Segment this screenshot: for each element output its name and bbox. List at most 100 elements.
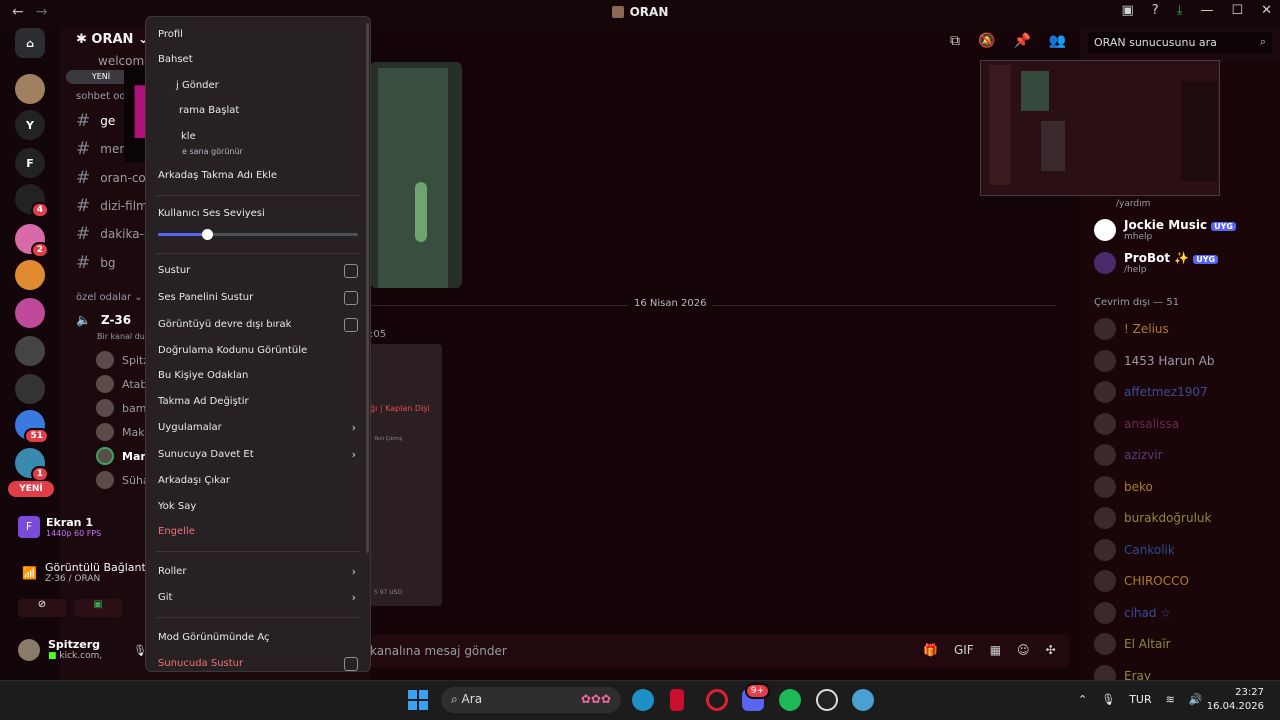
server-icon-1[interactable]: [15, 74, 45, 104]
apps-icon[interactable]: ✣: [1046, 643, 1056, 657]
close-icon[interactable]: ✕: [1261, 3, 1272, 18]
server-icon-6[interactable]: [15, 260, 45, 290]
server-icon-4[interactable]: 4: [15, 184, 49, 218]
menu-item-block[interactable]: Engelle: [158, 526, 195, 537]
menu-item-view-code[interactable]: Doğrulama Kodunu Görüntüle: [158, 345, 307, 356]
menu-item-add-note[interactable]: kle: [181, 131, 196, 142]
voice-user[interactable]: Maka: [96, 423, 151, 441]
channel-item[interactable]: # dakika-ol: [76, 224, 155, 244]
menu-item-invite[interactable]: Sunucuya Davet Et: [158, 449, 254, 460]
minimize-icon[interactable]: —: [1200, 3, 1213, 18]
mic-tray-icon[interactable]: 🎙: [1101, 693, 1115, 706]
threads-icon[interactable]: ⧉: [950, 33, 960, 49]
menu-item-server-mute[interactable]: Sunucuda Sustur: [158, 658, 243, 669]
stream-panel[interactable]: F Ekran 1 1440p 60 FPS: [18, 516, 101, 538]
member-item[interactable]: affetmez1907: [1094, 381, 1208, 403]
globe-app-icon[interactable]: [852, 689, 874, 711]
discord-home-icon[interactable]: ⌂: [15, 28, 45, 58]
red-app-icon[interactable]: [670, 689, 684, 711]
server-icon-5[interactable]: 2: [15, 224, 49, 258]
screen-share-preview[interactable]: [980, 60, 1220, 196]
mute-soundboard-checkbox[interactable]: [344, 291, 358, 305]
member-item[interactable]: azizvir: [1094, 444, 1163, 466]
menu-item-remove-friend[interactable]: Arkadaşı Çıkar: [158, 475, 230, 486]
voice-connection[interactable]: 📶 Görüntülü Bağlantı Z-36 / ORAN: [22, 561, 149, 584]
server-icon-8[interactable]: [15, 336, 45, 366]
message-composer[interactable]: kanalına mesaj gönder 🎁 GIF ▦ ☺ ✣: [370, 634, 1070, 668]
windows-start-icon[interactable]: [408, 690, 428, 710]
server-icon-10[interactable]: 51: [15, 410, 49, 444]
gif-icon[interactable]: GIF: [954, 643, 974, 657]
menu-item-friend-nick[interactable]: Arkadaş Takma Adı Ekle: [158, 170, 277, 181]
voice-user[interactable]: Süha: [96, 471, 150, 489]
channel-item[interactable]: # dizi-film-: [76, 196, 152, 216]
channel-item[interactable]: # ge: [76, 111, 115, 131]
member-item[interactable]: 1453 Harun Ab: [1094, 349, 1215, 372]
server-icon-2[interactable]: Y: [15, 110, 45, 140]
gift-icon[interactable]: 🎁: [923, 643, 938, 657]
menu-item-apps[interactable]: Uygulamalar: [158, 422, 222, 433]
sticker-icon[interactable]: ▦: [990, 643, 1001, 657]
server-name-header[interactable]: ✱ ORAN ⌄: [76, 32, 149, 47]
menu-item-mention[interactable]: Bahset: [158, 54, 193, 65]
member-item[interactable]: ansalissa: [1094, 412, 1179, 435]
taskbar-search[interactable]: ⌕ Ara ✿✿✿: [441, 687, 621, 713]
server-mute-checkbox[interactable]: [344, 657, 358, 671]
menu-item-call[interactable]: rama Başlat: [179, 105, 239, 116]
maximize-icon[interactable]: ☐: [1231, 3, 1243, 18]
mute-checkbox[interactable]: [344, 264, 358, 278]
menu-item-go[interactable]: Git: [158, 592, 172, 603]
channel-item[interactable]: # mem: [76, 139, 131, 159]
obs-icon[interactable]: [816, 689, 838, 711]
discord-taskbar-icon[interactable]: 9+: [742, 683, 770, 711]
search-input[interactable]: ORAN sunucusunu ara ⌕: [1088, 32, 1272, 54]
member-item[interactable]: ProBot ✨ UYG/help: [1094, 251, 1219, 275]
share-screen-button[interactable]: ▣: [74, 599, 122, 617]
member-item[interactable]: Cankolik: [1094, 538, 1175, 561]
voice-channel[interactable]: 🔈 Z-36: [76, 313, 131, 327]
spotify-icon[interactable]: [779, 689, 801, 711]
member-item[interactable]: burakdoğruluk: [1094, 507, 1211, 529]
opera-icon[interactable]: [706, 689, 728, 711]
menu-item-disable-video[interactable]: Görüntüyü devre dışı bırak: [158, 319, 291, 330]
member-item[interactable]: cihad ☆: [1094, 601, 1171, 624]
server-icon-9[interactable]: [15, 374, 45, 404]
edge-icon[interactable]: [632, 689, 654, 711]
member-item[interactable]: Jockie Music UYG mhelp: [1094, 218, 1236, 242]
member-item[interactable]: /yardım: [1094, 197, 1150, 211]
menu-item-profile[interactable]: Profil: [158, 29, 183, 40]
menu-scrollbar[interactable]: [366, 23, 369, 553]
chevron-up-icon[interactable]: ⌃: [1078, 693, 1087, 706]
clock[interactable]: 23:27 16.04.2026: [1207, 686, 1264, 714]
volume-slider[interactable]: [158, 229, 358, 240]
language-indicator[interactable]: TUR: [1129, 693, 1151, 706]
slider-handle[interactable]: [202, 229, 213, 240]
emoji-icon[interactable]: ☺: [1017, 643, 1030, 657]
menu-item-mod-view[interactable]: Mod Görünümünde Aç: [158, 632, 270, 643]
voice-user[interactable]: Spitz: [96, 351, 149, 369]
disable-video-checkbox[interactable]: [344, 318, 358, 332]
menu-item-message[interactable]: j Gönder: [176, 80, 219, 91]
menu-item-roles[interactable]: Roller: [158, 566, 186, 577]
channel-item[interactable]: # bg: [76, 253, 115, 273]
server-icon-3[interactable]: F: [15, 148, 45, 178]
member-item[interactable]: beko: [1094, 475, 1153, 498]
server-icon-7[interactable]: [15, 298, 45, 328]
pin-icon[interactable]: 📌: [1013, 33, 1030, 49]
member-item[interactable]: CHIROCCO: [1094, 570, 1189, 592]
volume-icon[interactable]: 🔊: [1189, 693, 1203, 706]
inbox-icon[interactable]: ▣: [1121, 3, 1133, 18]
notifications-off-icon[interactable]: 🔕: [978, 33, 995, 49]
link-embed[interactable]: ğı | Kaplan Dişi Yeni Çıkmış 5 97 USD: [370, 344, 442, 606]
members-icon[interactable]: 👥: [1049, 33, 1066, 49]
category-private[interactable]: özel odalar ⌄: [76, 292, 143, 303]
menu-item-mute[interactable]: Sustur: [158, 265, 190, 276]
help-icon[interactable]: ?: [1152, 3, 1159, 18]
image-attachment[interactable]: [370, 62, 462, 288]
menu-item-ignore[interactable]: Yok Say: [158, 501, 196, 512]
menu-item-mute-soundboard[interactable]: Ses Panelini Sustur: [158, 292, 253, 303]
wifi-icon[interactable]: ≋: [1166, 693, 1175, 706]
new-pill[interactable]: YENİ: [8, 481, 54, 497]
camera-off-button[interactable]: ⊘: [18, 599, 66, 617]
member-item[interactable]: El Altaïr: [1094, 633, 1171, 655]
